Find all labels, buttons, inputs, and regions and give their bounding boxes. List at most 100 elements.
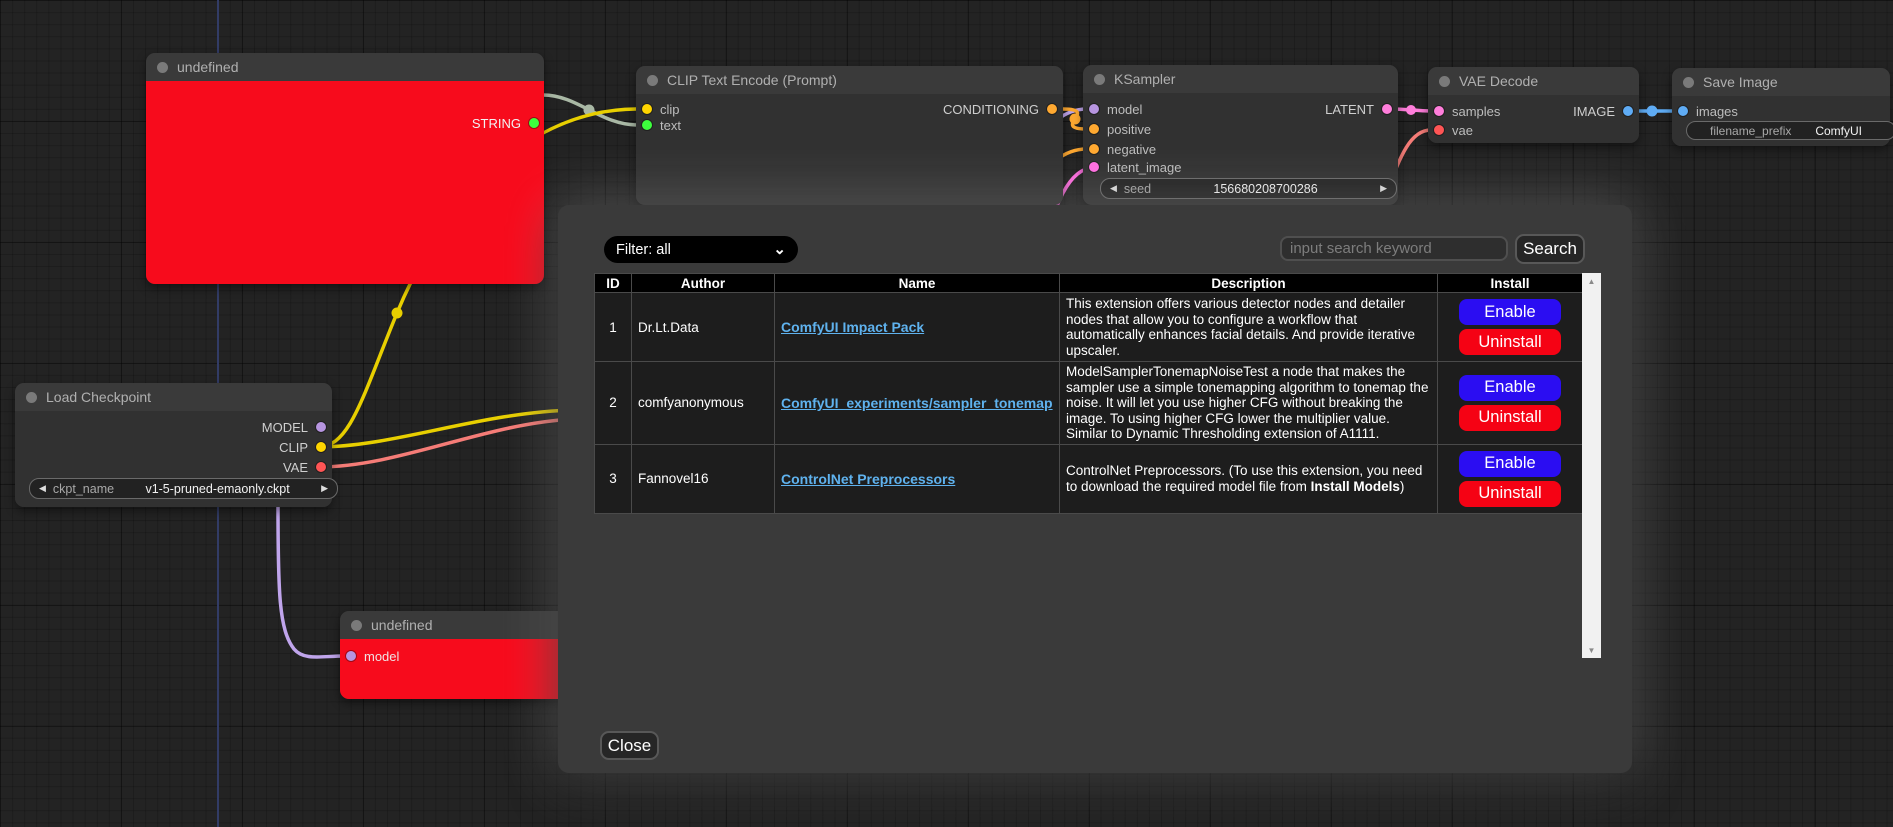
collapse-dot-icon[interactable] xyxy=(351,620,362,631)
filename-prefix-widget[interactable]: filename_prefix ComfyUI xyxy=(1686,121,1893,140)
slot-dot-icon[interactable] xyxy=(1089,162,1099,172)
widget-value[interactable]: 156680208700286 xyxy=(1151,182,1380,196)
uninstall-button[interactable]: Uninstall xyxy=(1459,405,1561,431)
input-slot-positive[interactable]: positive xyxy=(1089,121,1151,137)
extension-link[interactable]: ComfyUI_experiments/sampler_tonemap xyxy=(781,395,1053,411)
input-slot-latent-image[interactable]: latent_image xyxy=(1089,159,1181,175)
node-title-bar[interactable]: KSampler xyxy=(1083,65,1398,93)
seed-widget[interactable]: ◀ seed 156680208700286 ▶ xyxy=(1100,178,1397,199)
output-slot-image[interactable]: IMAGE xyxy=(1573,103,1633,119)
cell-install: Enable Uninstall xyxy=(1438,362,1583,445)
extension-link[interactable]: ControlNet Preprocessors xyxy=(781,471,955,487)
cell-install: Enable Uninstall xyxy=(1438,444,1583,513)
node-title-bar[interactable]: CLIP Text Encode (Prompt) xyxy=(636,66,1063,94)
slot-dot-icon[interactable] xyxy=(316,442,326,452)
widget-value[interactable]: ComfyUI xyxy=(1791,124,1886,138)
table-row: 3Fannovel16ControlNet PreprocessorsContr… xyxy=(595,444,1583,513)
collapse-dot-icon[interactable] xyxy=(647,75,658,86)
uninstall-button[interactable]: Uninstall xyxy=(1459,329,1561,355)
node-title-bar[interactable]: VAE Decode xyxy=(1428,67,1639,95)
input-slot-samples[interactable]: samples xyxy=(1434,103,1500,119)
enable-button[interactable]: Enable xyxy=(1459,451,1561,477)
scroll-down-icon[interactable]: ▼ xyxy=(1582,642,1601,658)
header-install: Install xyxy=(1438,274,1583,293)
cell-name: ComfyUI Impact Pack xyxy=(775,293,1060,362)
ckpt-name-widget[interactable]: ◀ ckpt_name v1-5-pruned-emaonly.ckpt ▶ xyxy=(29,478,338,499)
collapse-dot-icon[interactable] xyxy=(1094,74,1105,85)
widget-decrement-icon[interactable]: ◀ xyxy=(39,484,46,493)
node-undefined-top[interactable]: undefined STRING xyxy=(146,53,544,284)
input-slot-negative[interactable]: negative xyxy=(1089,141,1156,157)
slot-dot-icon[interactable] xyxy=(1382,104,1392,114)
node-vae-decode[interactable]: VAE Decode samples vae IMAGE xyxy=(1428,67,1639,143)
output-slot-conditioning[interactable]: CONDITIONING xyxy=(943,101,1057,117)
output-slot-string[interactable]: STRING xyxy=(472,115,539,131)
widget-increment-icon[interactable]: ▶ xyxy=(321,484,328,493)
node-title-bar[interactable]: Save Image xyxy=(1672,68,1890,96)
node-title-bar[interactable]: Load Checkpoint xyxy=(15,383,332,411)
slot-label: VAE xyxy=(283,460,308,475)
node-title-bar[interactable]: undefined xyxy=(146,53,544,81)
collapse-dot-icon[interactable] xyxy=(1683,77,1694,88)
node-load-checkpoint[interactable]: Load Checkpoint MODEL CLIP VAE ◀ ckpt_na… xyxy=(15,383,332,507)
close-button[interactable]: Close xyxy=(600,731,659,760)
slot-dot-icon[interactable] xyxy=(1434,125,1444,135)
slot-dot-icon[interactable] xyxy=(1089,144,1099,154)
node-title: KSampler xyxy=(1114,71,1175,87)
input-slot-text[interactable]: text xyxy=(642,117,681,133)
input-slot-images[interactable]: images xyxy=(1678,103,1738,119)
extension-table: ID Author Name Description Install 1Dr.L… xyxy=(594,273,1583,514)
table-scrollbar[interactable]: ▲ ▼ xyxy=(1582,273,1601,658)
collapse-dot-icon[interactable] xyxy=(26,392,37,403)
slot-dot-icon[interactable] xyxy=(642,104,652,114)
node-save-image[interactable]: Save Image images filename_prefix ComfyU… xyxy=(1672,68,1890,146)
slot-dot-icon[interactable] xyxy=(1678,106,1688,116)
wire-dot xyxy=(392,308,403,319)
slot-dot-icon[interactable] xyxy=(1089,124,1099,134)
description-text: This extension offers various detector n… xyxy=(1066,296,1415,358)
extension-link[interactable]: ComfyUI Impact Pack xyxy=(781,319,924,335)
table-row: 1Dr.Lt.DataComfyUI Impact PackThis exten… xyxy=(595,293,1583,362)
node-ksampler[interactable]: KSampler model positive negative latent_… xyxy=(1083,65,1398,205)
collapse-dot-icon[interactable] xyxy=(157,62,168,73)
slot-dot-icon[interactable] xyxy=(316,422,326,432)
cell-author: comfyanonymous xyxy=(632,362,775,445)
slot-dot-icon[interactable] xyxy=(1434,106,1444,116)
input-slot-model[interactable]: model xyxy=(346,648,399,664)
slot-dot-icon[interactable] xyxy=(346,651,356,661)
filter-select[interactable]: Filter: all ⌄ xyxy=(604,236,798,263)
cell-id: 3 xyxy=(595,444,632,513)
input-slot-model[interactable]: model xyxy=(1089,101,1142,117)
widget-decrement-icon[interactable]: ◀ xyxy=(1110,184,1117,193)
node-title: undefined xyxy=(177,59,239,75)
slot-label: LATENT xyxy=(1325,102,1374,117)
slot-dot-icon[interactable] xyxy=(529,118,539,128)
uninstall-button[interactable]: Uninstall xyxy=(1459,481,1561,507)
input-slot-clip[interactable]: clip xyxy=(642,101,680,117)
input-slot-vae[interactable]: vae xyxy=(1434,122,1473,138)
slot-dot-icon[interactable] xyxy=(316,462,326,472)
widget-increment-icon[interactable]: ▶ xyxy=(1380,184,1387,193)
node-body: clip text CONDITIONING xyxy=(636,94,1063,205)
widget-value[interactable]: v1-5-pruned-emaonly.ckpt xyxy=(114,482,321,496)
search-input[interactable] xyxy=(1280,236,1508,261)
output-slot-latent[interactable]: LATENT xyxy=(1325,101,1392,117)
cell-description: ControlNet Preprocessors. (To use this e… xyxy=(1060,444,1438,513)
slot-dot-icon[interactable] xyxy=(1047,104,1057,114)
scroll-up-icon[interactable]: ▲ xyxy=(1582,273,1601,289)
output-slot-clip[interactable]: CLIP xyxy=(279,439,326,455)
wire-dot xyxy=(1070,114,1081,125)
enable-button[interactable]: Enable xyxy=(1459,375,1561,401)
cell-id: 1 xyxy=(595,293,632,362)
slot-dot-icon[interactable] xyxy=(642,120,652,130)
node-clip-text-encode[interactable]: CLIP Text Encode (Prompt) clip text COND… xyxy=(636,66,1063,205)
output-slot-vae[interactable]: VAE xyxy=(283,459,326,475)
enable-button[interactable]: Enable xyxy=(1459,299,1561,325)
header-description: Description xyxy=(1060,274,1438,293)
slot-dot-icon[interactable] xyxy=(1089,104,1099,114)
collapse-dot-icon[interactable] xyxy=(1439,76,1450,87)
slot-dot-icon[interactable] xyxy=(1623,106,1633,116)
output-slot-model[interactable]: MODEL xyxy=(262,419,326,435)
search-button[interactable]: Search xyxy=(1515,234,1585,264)
widget-label: filename_prefix xyxy=(1710,124,1791,138)
